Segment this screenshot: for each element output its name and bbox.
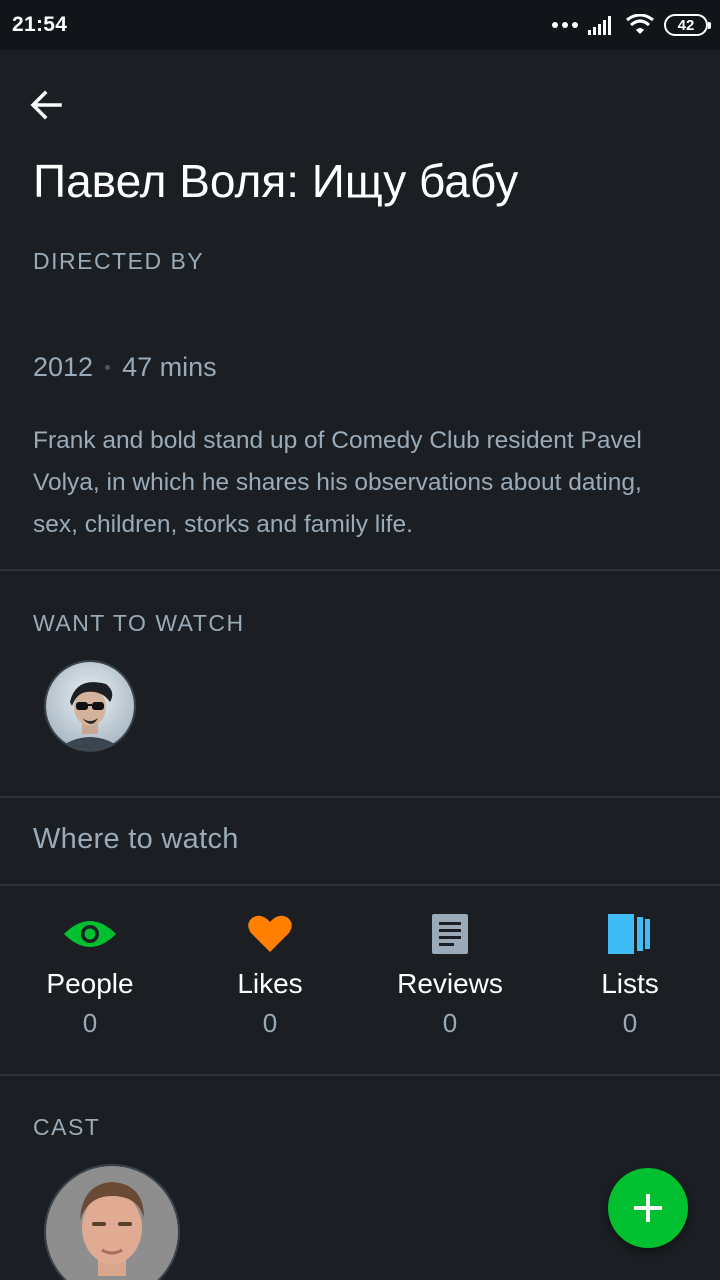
status-bar: 21:54 42 [0, 0, 720, 50]
status-icons: 42 [552, 14, 711, 36]
stat-likes-label: Likes [237, 968, 303, 999]
film-detail-screen: 21:54 42 Павел Воля: Ищу бабу DIRECTED B… [0, 0, 720, 1280]
cast-member-avatar[interactable] [44, 1164, 180, 1280]
stat-people-count: 0 [82, 1008, 98, 1038]
wifi-icon [626, 14, 654, 34]
divider [0, 1074, 720, 1076]
battery-icon: 42 [664, 14, 711, 36]
stat-reviews[interactable]: Reviews 0 [360, 886, 540, 1074]
divider [0, 796, 720, 798]
heart-icon [248, 915, 292, 952]
stat-likes[interactable]: Likes 0 [180, 886, 360, 1074]
arrow-left-icon [30, 90, 62, 120]
document-icon [432, 914, 468, 954]
where-to-watch-button[interactable]: Where to watch [33, 823, 239, 856]
film-runtime: 47 mins [122, 352, 217, 382]
stat-people-label: People [46, 968, 134, 999]
add-fab-button[interactable] [608, 1168, 688, 1248]
stat-reviews-label: Reviews [397, 968, 503, 999]
cast-member-image [46, 1166, 178, 1280]
status-time: 21:54 [12, 13, 68, 36]
want-to-watch-label: WANT TO WATCH [33, 610, 245, 636]
film-year[interactable]: 2012 [33, 352, 93, 383]
meta-separator [105, 365, 111, 370]
notification-dots-icon [552, 22, 578, 28]
stats-row: People 0 Likes 0 Reviews 0 Lists 0 [0, 886, 720, 1074]
lists-icon [608, 914, 650, 954]
plus-icon [634, 1194, 662, 1222]
back-button[interactable] [28, 80, 84, 130]
stat-reviews-count: 0 [442, 1008, 458, 1038]
divider [0, 569, 720, 571]
user-avatar-image [46, 662, 134, 750]
eye-icon [64, 921, 116, 947]
stat-people[interactable]: People 0 [0, 886, 180, 1074]
signal-icon [588, 16, 611, 35]
cast-label: CAST [33, 1114, 101, 1140]
stat-likes-count: 0 [262, 1008, 278, 1038]
film-title: Павел Воля: Ищу бабу [33, 155, 519, 207]
film-meta: 2012 47 mins [33, 352, 217, 383]
film-synopsis: Frank and bold stand up of Comedy Club r… [33, 427, 642, 538]
stat-lists[interactable]: Lists 0 [540, 886, 720, 1074]
stat-lists-count: 0 [622, 1008, 638, 1038]
directed-by-label: DIRECTED BY [33, 248, 205, 274]
want-to-watch-avatar[interactable] [44, 660, 136, 752]
stat-lists-label: Lists [601, 968, 659, 999]
